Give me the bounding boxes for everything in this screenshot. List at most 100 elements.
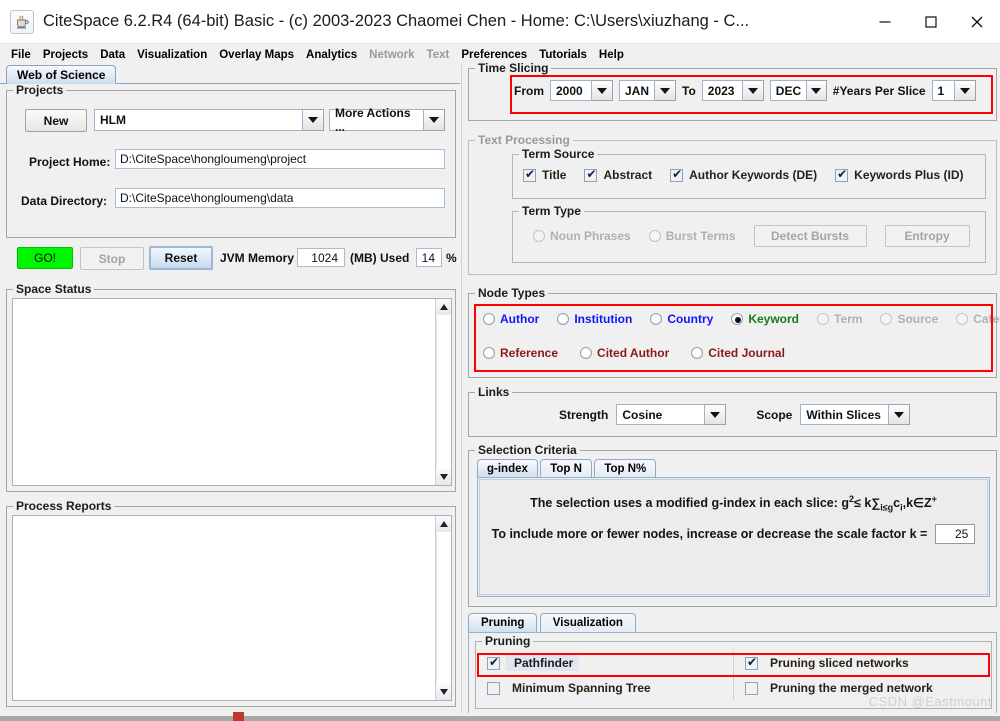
entropy-button: Entropy bbox=[884, 225, 970, 247]
new-project-button[interactable]: New bbox=[25, 109, 87, 132]
tab-web-of-science[interactable]: Web of Science bbox=[6, 65, 117, 84]
tab-g-index[interactable]: g-index bbox=[477, 459, 538, 477]
menu-tutorials[interactable]: Tutorials bbox=[533, 48, 593, 62]
years-per-slice-value: 1 bbox=[931, 80, 955, 101]
menu-preferences[interactable]: Preferences bbox=[455, 48, 533, 62]
radio-icon bbox=[648, 230, 661, 242]
percent-label: % bbox=[446, 251, 457, 265]
menu-help[interactable]: Help bbox=[593, 48, 630, 62]
node-types-legend: Node Types bbox=[475, 286, 549, 300]
status-track bbox=[0, 716, 1000, 721]
scroll-track[interactable] bbox=[436, 315, 451, 469]
scroll-track[interactable] bbox=[436, 532, 451, 684]
check-icon bbox=[745, 655, 758, 670]
menu-data[interactable]: Data bbox=[94, 48, 131, 62]
strength-select[interactable]: Cosine bbox=[616, 404, 727, 425]
radio-icon bbox=[483, 313, 495, 325]
g-index-formula: The selection uses a modified g-index in… bbox=[480, 494, 987, 513]
radio-keyword[interactable]: Keyword bbox=[731, 312, 799, 326]
check-icon bbox=[584, 167, 598, 182]
menu-file[interactable]: File bbox=[5, 48, 37, 62]
radio-country[interactable]: Country bbox=[650, 312, 713, 326]
space-status-textarea[interactable] bbox=[12, 298, 452, 486]
space-status-text[interactable] bbox=[13, 299, 435, 485]
reset-button[interactable]: Reset bbox=[149, 246, 213, 270]
citespace-main-window: CiteSpace 6.2.R4 (64-bit) Basic - (c) 20… bbox=[0, 0, 1000, 721]
chevron-down-icon[interactable] bbox=[303, 109, 324, 131]
from-month-select[interactable]: JAN bbox=[619, 80, 676, 101]
chevron-down-icon[interactable] bbox=[424, 109, 445, 131]
chevron-down-icon[interactable] bbox=[705, 404, 727, 425]
to-year-select[interactable]: 2023 bbox=[701, 80, 764, 101]
checkbox-pruning-sliced-networks-label: Pruning sliced networks bbox=[770, 656, 909, 670]
process-reports-scrollbar[interactable] bbox=[435, 516, 451, 700]
scroll-down-icon[interactable] bbox=[436, 684, 451, 700]
checkbox-author-keywords[interactable]: Author Keywords (DE) bbox=[670, 167, 817, 182]
chevron-down-icon[interactable] bbox=[742, 80, 764, 101]
chevron-down-icon[interactable] bbox=[807, 80, 827, 101]
tab-visualization[interactable]: Visualization bbox=[539, 613, 636, 632]
scroll-up-icon[interactable] bbox=[436, 516, 451, 532]
window-title: CiteSpace 6.2.R4 (64-bit) Basic - (c) 20… bbox=[43, 12, 750, 30]
checkbox-pruning-merged-network[interactable]: Pruning the merged network bbox=[745, 681, 933, 695]
chevron-down-icon[interactable] bbox=[655, 80, 676, 101]
project-select[interactable]: HLM bbox=[94, 109, 324, 131]
selection-criteria-panel: The selection uses a modified g-index in… bbox=[477, 477, 990, 597]
process-reports-textarea[interactable] bbox=[12, 515, 452, 701]
radio-burst-terms-label: Burst Terms bbox=[665, 229, 736, 243]
years-per-slice-label: #Years Per Slice bbox=[832, 83, 926, 98]
process-reports-legend: Process Reports bbox=[13, 499, 115, 513]
project-home-field[interactable]: D:\CiteSpace\hongloumeng\project bbox=[115, 149, 445, 169]
checkbox-minimum-spanning-tree[interactable]: Minimum Spanning Tree bbox=[487, 681, 651, 695]
tab-top-n[interactable]: Top N bbox=[540, 459, 592, 477]
to-year-value: 2023 bbox=[701, 80, 743, 101]
checkbox-keywords-plus[interactable]: Keywords Plus (ID) bbox=[835, 167, 964, 182]
checkbox-abstract[interactable]: Abstract bbox=[584, 167, 652, 182]
process-reports-text[interactable] bbox=[13, 516, 435, 700]
scope-select[interactable]: Within Slices bbox=[800, 404, 911, 425]
checkbox-pathfinder[interactable]: Pathfinder bbox=[487, 655, 580, 671]
watermark: CSDN @Eastmount bbox=[868, 694, 992, 709]
go-button[interactable]: GO! bbox=[17, 247, 73, 269]
chevron-down-icon[interactable] bbox=[889, 404, 911, 425]
radio-noun-phrases: Noun Phrases bbox=[533, 229, 631, 243]
tab-visualization-label: Visualization bbox=[552, 617, 623, 629]
radio-icon bbox=[817, 313, 829, 325]
minimize-icon[interactable] bbox=[862, 0, 908, 44]
scroll-up-icon[interactable] bbox=[436, 299, 451, 315]
radio-cited-author[interactable]: Cited Author bbox=[580, 346, 669, 360]
tab-top-n-percent[interactable]: Top N% bbox=[594, 459, 657, 477]
data-directory-label: Data Directory: bbox=[21, 194, 108, 208]
scroll-down-icon[interactable] bbox=[436, 469, 451, 485]
more-actions-select[interactable]: More Actions ... bbox=[329, 106, 445, 134]
term-type-legend: Term Type bbox=[519, 204, 584, 218]
scale-factor-field[interactable]: 25 bbox=[935, 524, 976, 544]
menu-visualization[interactable]: Visualization bbox=[131, 48, 213, 62]
radio-author[interactable]: Author bbox=[483, 312, 539, 326]
tab-g-index-label: g-index bbox=[487, 462, 528, 475]
maximize-icon[interactable] bbox=[908, 0, 954, 44]
scope-value: Within Slices bbox=[800, 404, 890, 425]
window-controls bbox=[862, 0, 1000, 44]
years-per-slice-select[interactable]: 1 bbox=[931, 80, 976, 101]
to-month-select[interactable]: DEC bbox=[769, 80, 827, 101]
menu-overlay-maps[interactable]: Overlay Maps bbox=[213, 48, 300, 62]
time-slicing-legend: Time Slicing bbox=[475, 61, 552, 75]
from-year-select[interactable]: 2000 bbox=[550, 80, 613, 101]
close-icon[interactable] bbox=[954, 0, 1000, 44]
chevron-down-icon[interactable] bbox=[592, 80, 613, 101]
strength-label: Strength bbox=[559, 407, 609, 422]
radio-reference[interactable]: Reference bbox=[483, 346, 558, 360]
tab-pruning[interactable]: Pruning bbox=[468, 613, 538, 632]
radio-cited-journal[interactable]: Cited Journal bbox=[691, 346, 785, 360]
data-directory-field[interactable]: D:\CiteSpace\hongloumeng\data bbox=[115, 188, 445, 208]
menu-projects[interactable]: Projects bbox=[37, 48, 94, 62]
checkbox-pruning-sliced-networks[interactable]: Pruning sliced networks bbox=[745, 655, 909, 670]
menu-analytics[interactable]: Analytics bbox=[300, 48, 363, 62]
space-status-scrollbar[interactable] bbox=[435, 299, 451, 485]
selection-criteria-tabstrip: g-index Top N Top N% bbox=[477, 459, 657, 477]
radio-institution[interactable]: Institution bbox=[557, 312, 632, 326]
formula-mid: ≤ k∑ bbox=[854, 496, 881, 511]
chevron-down-icon[interactable] bbox=[954, 80, 976, 101]
checkbox-title[interactable]: Title bbox=[523, 167, 566, 182]
